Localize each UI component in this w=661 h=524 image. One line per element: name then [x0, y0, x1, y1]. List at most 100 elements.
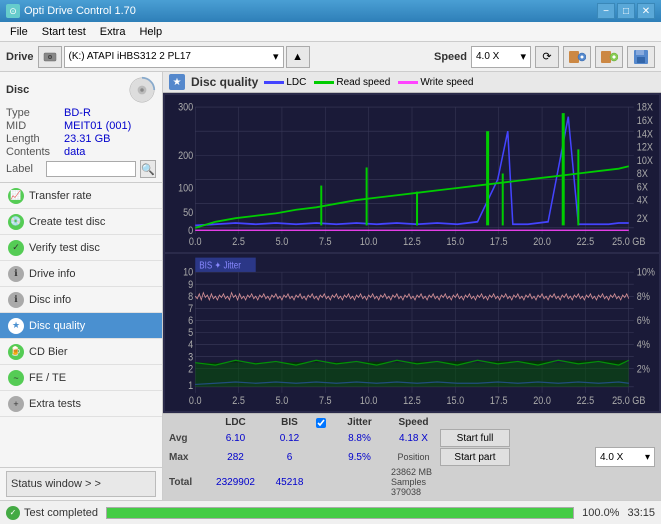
sidebar-item-fe-te[interactable]: ~ FE / TE — [0, 365, 162, 391]
jitter-checkbox[interactable] — [316, 418, 326, 428]
content-area: ★ Disc quality LDC Read speed Write spee… — [163, 72, 661, 500]
svg-text:50: 50 — [183, 207, 193, 219]
status-left: ✓ Test completed — [6, 506, 98, 520]
sidebar-item-cd-bier[interactable]: 🍺 CD Bier — [0, 339, 162, 365]
svg-text:10.0: 10.0 — [360, 236, 378, 248]
ldc-color-swatch — [264, 81, 284, 84]
elapsed-time: 33:15 — [627, 507, 655, 519]
svg-text:15.0: 15.0 — [447, 236, 465, 248]
app-title: Opti Drive Control 1.70 — [24, 5, 136, 17]
sidebar-item-disc-quality[interactable]: ★ Disc quality — [0, 313, 162, 339]
toolbar-btn-1[interactable] — [563, 46, 591, 68]
jitter-max: 9.5% — [332, 452, 387, 463]
sidebar-item-create-test-disc[interactable]: 💿 Create test disc — [0, 209, 162, 235]
svg-text:12.5: 12.5 — [403, 236, 421, 248]
progress-bar-container — [106, 507, 574, 519]
progress-percent: 100.0% — [582, 507, 619, 519]
svg-text:5.0: 5.0 — [276, 236, 289, 248]
sidebar-item-transfer-rate[interactable]: 📈 Transfer rate — [0, 183, 162, 209]
stats-panel: LDC BIS Jitter Speed Avg 6.10 0.12 8.8% — [163, 413, 661, 500]
svg-text:10X: 10X — [637, 155, 653, 167]
menu-extra[interactable]: Extra — [94, 25, 132, 39]
legend-write-speed: Write speed — [398, 77, 473, 88]
svg-text:20.0: 20.0 — [533, 395, 551, 407]
app-icon: ⊙ — [6, 4, 20, 18]
position-value: 23862 MB — [391, 467, 432, 477]
ldc-total: 2329902 — [208, 477, 263, 488]
extra-tests-icon: + — [8, 396, 24, 412]
eject-button[interactable]: ▲ — [286, 46, 310, 68]
drive-toolbar: Drive (K:) ATAPI iHBS312 2 PL17 ▾ ▲ Spee… — [0, 42, 661, 72]
sidebar-item-drive-info[interactable]: ℹ Drive info — [0, 261, 162, 287]
svg-text:17.5: 17.5 — [490, 236, 508, 248]
svg-text:8%: 8% — [637, 291, 650, 303]
disc-label-row: Label 🔍 — [6, 160, 156, 178]
menu-start-test[interactable]: Start test — [36, 25, 92, 39]
svg-text:5.0: 5.0 — [276, 395, 289, 407]
disc-label-search-btn[interactable]: 🔍 — [140, 160, 156, 178]
progress-bar-fill — [107, 508, 573, 518]
samples-label: Samples — [391, 477, 432, 487]
svg-text:2X: 2X — [637, 213, 648, 225]
disc-type-value: BD-R — [64, 107, 91, 119]
menu-bar: File Start test Extra Help — [0, 22, 661, 42]
disc-quality-dq-icon: ★ — [169, 74, 185, 90]
minimize-button[interactable]: − — [597, 3, 615, 19]
svg-text:16X: 16X — [637, 115, 653, 127]
sidebar-nav: 📈 Transfer rate 💿 Create test disc ✓ Ver… — [0, 183, 162, 467]
start-full-button[interactable]: Start full — [440, 429, 510, 447]
menu-help[interactable]: Help — [133, 25, 168, 39]
sidebar-item-extra-tests[interactable]: + Extra tests — [0, 391, 162, 417]
speed-right-dropdown[interactable]: 4.0 X ▾ — [595, 447, 655, 467]
sidebar-item-status-window[interactable]: Status window > > — [6, 471, 156, 497]
fe-te-icon: ~ — [8, 370, 24, 386]
svg-text:4%: 4% — [637, 340, 650, 352]
legend-ldc: LDC — [264, 77, 306, 88]
disc-contents-value: data — [64, 146, 85, 158]
disc-graphic — [128, 76, 156, 104]
svg-text:8X: 8X — [637, 168, 648, 180]
samples-value: 379038 — [391, 487, 432, 497]
ldc-chart: 300 200 100 50 0 18X 16X 14X 12X 10X 8X … — [165, 95, 659, 252]
speed-col-header: Speed — [391, 417, 436, 428]
jitter-col-header: Jitter — [332, 417, 387, 428]
svg-text:12.5: 12.5 — [403, 395, 421, 407]
svg-text:0.0: 0.0 — [189, 395, 202, 407]
verify-test-disc-icon: ✓ — [8, 240, 24, 256]
save-button[interactable] — [627, 46, 655, 68]
status-bar: ✓ Test completed 100.0% 33:15 — [0, 500, 661, 524]
sidebar-item-verify-test-disc[interactable]: ✓ Verify test disc — [0, 235, 162, 261]
disc-info-icon: ℹ — [8, 292, 24, 308]
write-speed-color-swatch — [398, 81, 418, 84]
svg-text:300: 300 — [178, 102, 194, 114]
start-part-button[interactable]: Start part — [440, 448, 510, 466]
charts-container: 300 200 100 50 0 18X 16X 14X 12X 10X 8X … — [163, 93, 661, 413]
svg-text:3: 3 — [188, 352, 193, 364]
bis-total: 45218 — [267, 477, 312, 488]
sidebar-item-disc-info[interactable]: ℹ Disc info — [0, 287, 162, 313]
svg-text:15.0: 15.0 — [447, 395, 465, 407]
read-speed-color-swatch — [314, 81, 334, 84]
svg-text:10: 10 — [183, 267, 193, 279]
speed-dropdown[interactable]: 4.0 X ▾ — [471, 46, 531, 68]
title-bar: ⊙ Opti Drive Control 1.70 − □ ✕ — [0, 0, 661, 22]
cd-bier-icon: 🍺 — [8, 344, 24, 360]
disc-mid-value: MEIT01 (001) — [64, 120, 131, 132]
close-button[interactable]: ✕ — [637, 3, 655, 19]
disc-length-value: 23.31 GB — [64, 133, 110, 145]
speed-value: 4.18 X — [391, 433, 436, 444]
drive-icon-btn[interactable] — [38, 46, 62, 68]
svg-text:2: 2 — [188, 364, 193, 376]
speed-refresh-btn[interactable]: ⟳ — [535, 46, 559, 68]
disc-title: Disc — [6, 84, 29, 96]
svg-text:7: 7 — [188, 303, 193, 315]
disc-label-input[interactable] — [46, 161, 136, 177]
toolbar-btn-2[interactable] — [595, 46, 623, 68]
menu-file[interactable]: File — [4, 25, 34, 39]
bis-col-header: BIS — [267, 417, 312, 428]
svg-text:22.5: 22.5 — [577, 395, 595, 407]
svg-text:7.5: 7.5 — [319, 395, 332, 407]
drive-dropdown[interactable]: (K:) ATAPI iHBS312 2 PL17 ▾ — [64, 46, 284, 68]
disc-quality-icon: ★ — [8, 318, 24, 334]
maximize-button[interactable]: □ — [617, 3, 635, 19]
